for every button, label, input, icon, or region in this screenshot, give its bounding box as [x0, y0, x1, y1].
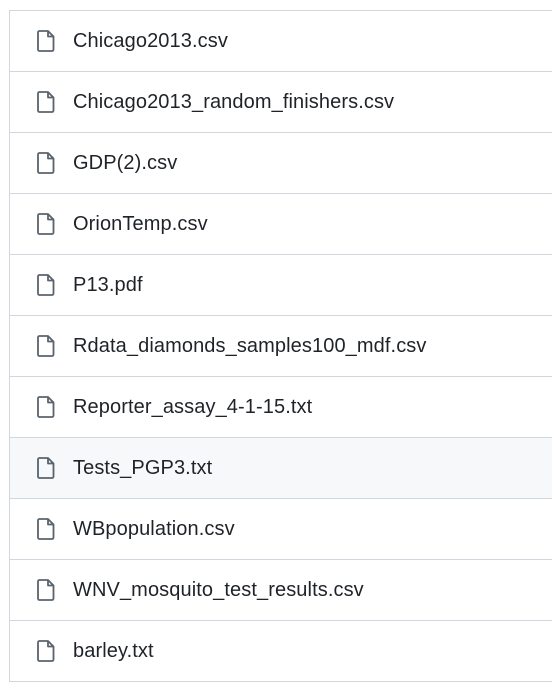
file-icon	[36, 639, 56, 663]
file-name-link[interactable]: Chicago2013_random_finishers.csv	[73, 91, 394, 114]
file-row[interactable]: WBpopulation.csv	[10, 499, 552, 560]
file-icon	[36, 90, 56, 114]
file-name-link[interactable]: Chicago2013.csv	[73, 30, 228, 53]
file-name-link[interactable]: WBpopulation.csv	[73, 518, 235, 541]
file-icon	[36, 456, 56, 480]
file-row[interactable]: OrionTemp.csv	[10, 194, 552, 255]
file-row[interactable]: Chicago2013.csv	[10, 11, 552, 72]
file-icon	[36, 29, 56, 53]
file-icon	[36, 334, 56, 358]
file-row[interactable]: Chicago2013_random_finishers.csv	[10, 72, 552, 133]
file-row[interactable]: Reporter_assay_4-1-15.txt	[10, 377, 552, 438]
file-name-link[interactable]: WNV_mosquito_test_results.csv	[73, 579, 364, 602]
file-name-link[interactable]: P13.pdf	[73, 274, 143, 297]
file-row[interactable]: P13.pdf	[10, 255, 552, 316]
file-icon	[36, 212, 56, 236]
file-icon	[36, 395, 56, 419]
file-name-link[interactable]: OrionTemp.csv	[73, 213, 208, 236]
file-icon	[36, 151, 56, 175]
file-row[interactable]: barley.txt	[10, 621, 552, 682]
file-row[interactable]: Tests_PGP3.txt	[10, 438, 552, 499]
file-name-link[interactable]: GDP(2).csv	[73, 152, 177, 175]
file-list: Chicago2013.csv Chicago2013_random_finis…	[9, 10, 552, 682]
file-row[interactable]: WNV_mosquito_test_results.csv	[10, 560, 552, 621]
file-name-link[interactable]: Reporter_assay_4-1-15.txt	[73, 396, 312, 419]
file-icon	[36, 517, 56, 541]
file-name-link[interactable]: Tests_PGP3.txt	[73, 457, 212, 480]
file-row[interactable]: GDP(2).csv	[10, 133, 552, 194]
file-row[interactable]: Rdata_diamonds_samples100_mdf.csv	[10, 316, 552, 377]
file-name-link[interactable]: barley.txt	[73, 640, 154, 663]
file-name-link[interactable]: Rdata_diamonds_samples100_mdf.csv	[73, 335, 427, 358]
file-icon	[36, 578, 56, 602]
file-icon	[36, 273, 56, 297]
